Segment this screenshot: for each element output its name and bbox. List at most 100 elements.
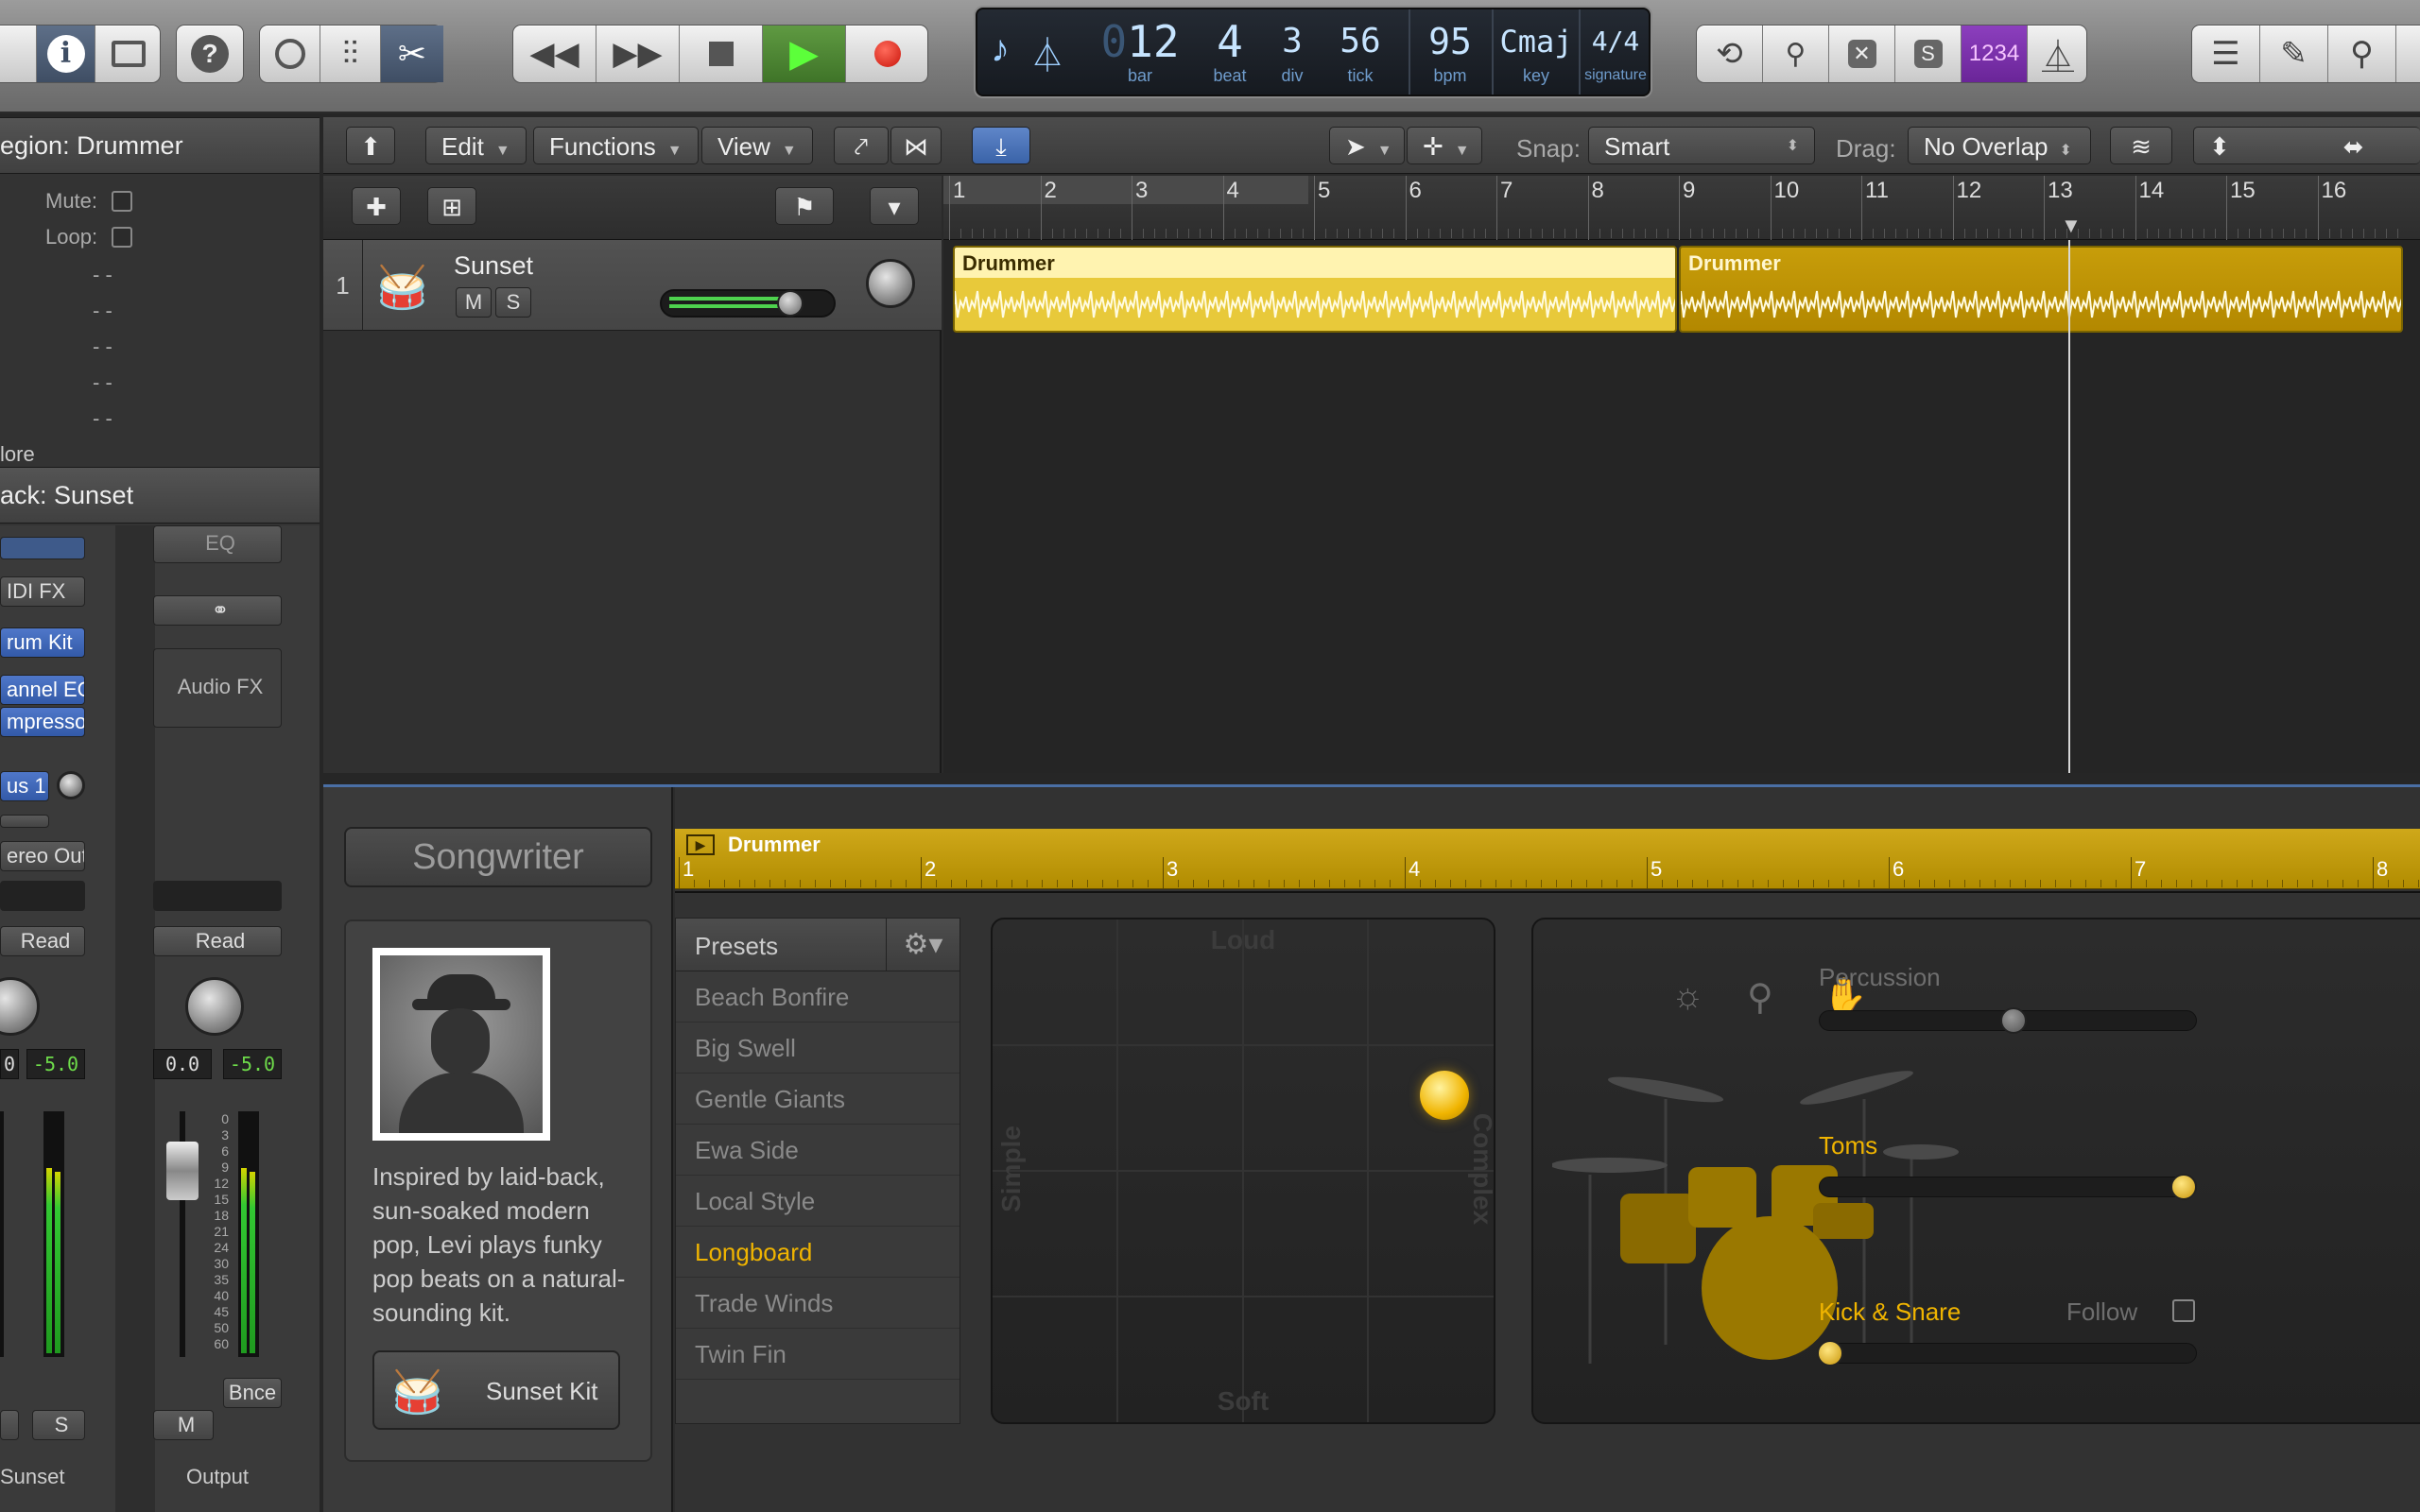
param-value-5[interactable]: - - [93,406,112,431]
rewind-button[interactable]: ◀◀ [513,26,596,82]
shaker-icon[interactable]: ⚲ [1747,976,1773,1019]
tuner-button[interactable]: ⚲ [1763,26,1829,82]
list-editors-button[interactable]: ☰ [2192,26,2260,82]
track-header-row[interactable]: 1 🥁 Sunset M S [323,240,942,331]
loop-browser-button[interactable]: ⚲ [2328,26,2396,82]
edit-menu[interactable]: Edit ▼ [425,127,527,164]
lcd-display[interactable]: ♪ ⏃ 012 bar 4 beat 3 div 56 tick 95 bpm Cmaj k… [976,8,1651,96]
track-solo-button[interactable]: S [495,287,531,318]
catch-button[interactable]: ⬆ [346,127,395,164]
play-button[interactable]: ▶ [763,26,846,82]
preset-item[interactable]: Ewa Side [676,1125,959,1176]
command-click-tool[interactable]: ✛ ▼ [1407,127,1482,164]
output-slot[interactable]: ereo Out [0,841,85,871]
automation-mode-button[interactable]: Read [0,926,85,956]
library-button[interactable] [1,26,37,82]
lcd-signature[interactable]: 4/4 signature [1581,17,1651,85]
send-level-knob[interactable] [57,771,85,799]
preset-item[interactable]: Twin Fin [676,1329,959,1380]
editors-button[interactable]: ✂ [381,26,443,82]
track-mute-button[interactable]: M [456,287,492,318]
inspector-button[interactable]: i [37,26,95,82]
track-name[interactable]: Sunset [454,251,533,281]
view-menu[interactable]: View ▼ [701,127,813,164]
count-in-button[interactable]: 1234 [1962,26,2028,82]
replace-button[interactable]: ✕ [1829,26,1895,82]
mixer-button[interactable]: ⫶⫶ [320,26,381,82]
eq-slot[interactable]: EQ [153,525,282,563]
preset-item[interactable]: Big Swell [676,1022,959,1074]
instrument-slot[interactable]: rum Kit [0,627,85,658]
more-disclosure[interactable]: lore [0,442,35,467]
preset-item[interactable]: Local Style [676,1176,959,1227]
bounce-button[interactable]: Bnce [223,1378,282,1408]
timeline-ruler[interactable]: 1 2 3 4 5 6 7 8 9 10 11 12 13 14 15 16 ▼ [943,176,2420,240]
drag-dropdown[interactable]: No Overlap ⬍ [1908,127,2091,164]
add-track-button[interactable]: ✚ [352,187,401,225]
loop-checkbox[interactable] [112,227,132,248]
catch-playhead-button[interactable]: ⤓ [972,127,1030,164]
preset-item[interactable]: Beach Bonfire [676,971,959,1022]
volume-slider-knob[interactable] [777,290,804,317]
workspace[interactable]: Drummer Drummer [943,240,2420,773]
group-slot[interactable] [0,881,85,911]
group-slot-2[interactable] [153,881,282,911]
param-value-3[interactable]: - - [93,335,112,359]
kick-snare-slider[interactable] [1819,1343,2197,1364]
percussion-slider-knob[interactable] [2000,1007,2027,1034]
track-pan-knob[interactable] [866,259,915,308]
flex-button[interactable]: ⋈ [890,127,942,164]
functions-menu[interactable]: Functions ▼ [533,127,699,164]
send-slot[interactable]: us 1 [0,771,49,801]
new-track-stack-button[interactable]: ⊞ [427,187,476,225]
param-value-4[interactable]: - - [93,370,112,395]
metronome-icon[interactable]: ♪ [991,28,1010,71]
volume-fader-track[interactable] [0,1111,4,1357]
browsers-button[interactable] [2396,26,2420,82]
audio-fx-area[interactable]: Audio FX [153,648,282,728]
kick-snare-slider-knob[interactable] [1817,1340,1843,1366]
preset-item[interactable]: Trade Winds [676,1278,959,1329]
drummer-region-1[interactable]: Drummer [953,246,1677,333]
genre-title[interactable]: Songwriter [344,827,652,887]
drummer-portrait[interactable] [372,948,550,1141]
zoom-sliders[interactable]: ⬍ ⬌ [2193,127,2420,164]
lcd-tempo[interactable]: 95 bpm [1410,17,1490,85]
setting-button[interactable] [0,537,85,559]
tambourine-icon[interactable]: ☼ [1671,976,1704,1017]
region-play-icon[interactable]: ▶ [686,834,715,855]
drummer-region-2[interactable]: Drummer [1679,246,2403,333]
track-inspector-header[interactable]: ack: Sunset [0,467,320,524]
cycle-button[interactable]: ⟲ [1697,26,1763,82]
global-tracks-button[interactable]: ⚑ [775,187,834,225]
kit-button[interactable]: 🥁 Sunset Kit [372,1350,620,1430]
lcd-key[interactable]: Cmaj key [1494,17,1579,85]
playhead-handle[interactable]: ▼ [2061,214,2083,237]
left-click-tool[interactable]: ➤ ▼ [1329,127,1405,164]
smart-controls-button[interactable] [260,26,320,82]
automation-mode-button-2[interactable]: Read [153,926,282,956]
xy-pad[interactable]: Loud Soft Simple Complex [991,918,1497,1424]
pan-knob[interactable] [0,977,40,1036]
toms-slider[interactable] [1819,1177,2197,1197]
link-button[interactable]: ⚭ [153,595,282,626]
audio-fx-slot-eq[interactable]: annel EQ [0,675,85,705]
preset-item[interactable]: Longboard [676,1227,959,1278]
solo-mode-button[interactable]: S [1895,26,1962,82]
drummer-region-header[interactable]: ▶ Drummer 1 2 3 4 5 6 7 8 [675,829,2420,889]
record-button[interactable] [846,26,929,82]
toolbar-button[interactable] [95,26,162,82]
toms-slider-knob[interactable] [2170,1174,2197,1200]
stop-button[interactable] [680,26,763,82]
region-inspector-header[interactable]: egion: Drummer [0,117,320,174]
tuner-icon[interactable]: ⏃ [1030,28,1064,77]
track-volume-slider[interactable] [660,289,836,318]
forward-button[interactable]: ▶▶ [596,26,680,82]
midi-fx-slot[interactable]: IDI FX [0,576,85,607]
quick-help-button[interactable]: ? [176,25,244,83]
mute-checkbox[interactable] [112,191,132,212]
waveform-zoom-button[interactable]: ≋ [2110,127,2172,164]
mute-button-2[interactable]: M [153,1410,214,1440]
xy-puck[interactable] [1420,1071,1469,1120]
solo-button[interactable]: S [32,1410,85,1440]
